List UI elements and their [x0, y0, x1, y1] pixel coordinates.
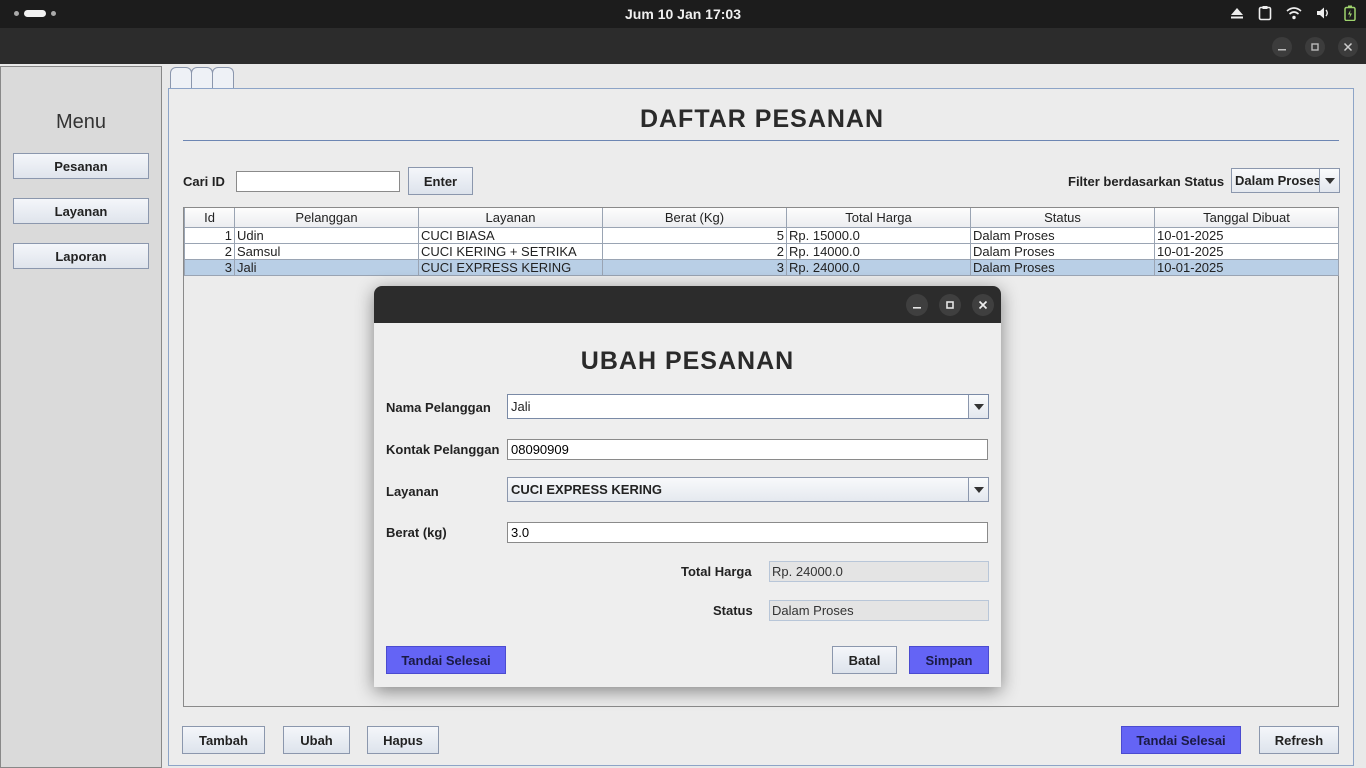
volume-icon[interactable]	[1316, 6, 1330, 20]
search-label: Cari ID	[183, 174, 225, 189]
close-icon	[1343, 42, 1353, 52]
system-tray[interactable]	[1230, 5, 1356, 21]
cell-pelanggan[interactable]: Samsul	[234, 242, 419, 260]
cell-layanan[interactable]: CUCI BIASA	[418, 226, 603, 244]
sidebar-title: Menu	[55, 111, 107, 133]
tab-1[interactable]	[170, 67, 192, 89]
clipboard-icon[interactable]	[1258, 5, 1272, 21]
column-header-status[interactable]: Status	[970, 208, 1155, 228]
close-icon	[978, 300, 988, 310]
sidebar-item-laporan[interactable]: Laporan	[13, 243, 149, 269]
chevron-down-icon	[1319, 169, 1339, 192]
maximize-icon	[1311, 43, 1319, 51]
refresh-button[interactable]: Refresh	[1259, 726, 1339, 754]
cell-status[interactable]: Dalam Proses	[970, 242, 1155, 260]
maximize-button[interactable]	[1305, 37, 1325, 57]
cell-layanan[interactable]: CUCI EXPRESS KERING	[418, 258, 603, 276]
cell-id[interactable]: 2	[184, 242, 235, 260]
cell-berat[interactable]: 2	[602, 242, 787, 260]
cell-tanggal[interactable]: 10-01-2025	[1154, 258, 1339, 276]
status-filter-dropdown[interactable]: Dalam Proses	[1231, 168, 1340, 193]
clock[interactable]: Jum 10 Jan 17:03	[0, 6, 1366, 22]
column-header-total-harga[interactable]: Total Harga	[786, 208, 971, 228]
filter-label: Filter berdasarkan Status	[1068, 174, 1225, 189]
cell-status[interactable]: Dalam Proses	[970, 226, 1155, 244]
nama-pelanggan-value[interactable]: Jali	[508, 399, 968, 414]
cell-pelanggan[interactable]: Udin	[234, 226, 419, 244]
dialog-title-bar	[374, 286, 1001, 323]
page-title: DAFTAR PESANAN	[639, 105, 885, 133]
close-window-button[interactable]	[1338, 37, 1358, 57]
layanan-dropdown[interactable]: CUCI EXPRESS KERING	[507, 477, 989, 502]
cell-tanggal[interactable]: 10-01-2025	[1154, 242, 1339, 260]
tab-3[interactable]	[212, 67, 234, 89]
batal-button[interactable]: Batal	[832, 646, 897, 674]
simpan-button[interactable]: Simpan	[909, 646, 989, 674]
window-title-bar	[0, 28, 1366, 64]
wifi-icon[interactable]	[1286, 6, 1302, 20]
sidebar: Menu Pesanan Layanan Laporan	[0, 66, 162, 768]
column-header-layanan[interactable]: Layanan	[418, 208, 603, 228]
system-top-bar: Jum 10 Jan 17:03	[0, 0, 1366, 28]
kontak-pelanggan-input[interactable]	[507, 439, 988, 460]
cell-total-harga[interactable]: Rp. 24000.0	[786, 258, 971, 276]
nama-pelanggan-combobox[interactable]: Jali	[507, 394, 989, 419]
dialog-maximize-button[interactable]	[939, 294, 961, 316]
table-row[interactable]: 2 Samsul CUCI KERING + SETRIKA 2 Rp. 140…	[184, 242, 1339, 260]
layanan-value: CUCI EXPRESS KERING	[511, 482, 662, 497]
edit-order-dialog: UBAH PESANAN Nama Pelanggan Jali Kontak …	[374, 286, 1001, 687]
layanan-label: Layanan	[386, 484, 439, 499]
ubah-button[interactable]: Ubah	[283, 726, 350, 754]
minimize-icon	[1278, 49, 1286, 51]
tab-2[interactable]	[191, 67, 213, 89]
cell-id[interactable]: 1	[184, 226, 235, 244]
title-divider	[183, 140, 1339, 141]
total-harga-field: Rp. 24000.0	[769, 561, 989, 582]
total-harga-label: Total Harga	[681, 564, 752, 579]
dialog-title: UBAH PESANAN	[580, 347, 795, 375]
column-header-id[interactable]: Id	[184, 208, 235, 228]
enter-button[interactable]: Enter	[408, 167, 473, 195]
cell-total-harga[interactable]: Rp. 14000.0	[786, 242, 971, 260]
status-label: Status	[713, 603, 753, 618]
dialog-close-button[interactable]	[972, 294, 994, 316]
column-header-berat[interactable]: Berat (Kg)	[602, 208, 787, 228]
chevron-down-icon	[968, 478, 988, 501]
berat-input[interactable]	[507, 522, 988, 543]
minimize-icon	[913, 307, 921, 309]
berat-label: Berat (kg)	[386, 525, 447, 540]
table-row-selected[interactable]: 3 Jali CUCI EXPRESS KERING 3 Rp. 24000.0…	[184, 258, 1339, 276]
dialog-tandai-selesai-button[interactable]: Tandai Selesai	[386, 646, 506, 674]
cell-layanan[interactable]: CUCI KERING + SETRIKA	[418, 242, 603, 260]
search-input[interactable]	[236, 171, 400, 192]
cell-tanggal[interactable]: 10-01-2025	[1154, 226, 1339, 244]
cell-berat[interactable]: 5	[602, 226, 787, 244]
cell-pelanggan[interactable]: Jali	[234, 258, 419, 276]
cell-berat[interactable]: 3	[602, 258, 787, 276]
status-filter-value: Dalam Proses	[1235, 173, 1319, 188]
sidebar-item-layanan[interactable]: Layanan	[13, 198, 149, 224]
table-header-row: Id Pelanggan Layanan Berat (Kg) Total Ha…	[184, 208, 1339, 228]
tandai-selesai-button[interactable]: Tandai Selesai	[1121, 726, 1241, 754]
cell-status[interactable]: Dalam Proses	[970, 258, 1155, 276]
chevron-down-icon[interactable]	[968, 395, 988, 418]
eject-icon[interactable]	[1230, 6, 1244, 20]
cell-id[interactable]: 3	[184, 258, 235, 276]
column-header-tanggal[interactable]: Tanggal Dibuat	[1154, 208, 1339, 228]
nama-pelanggan-label: Nama Pelanggan	[386, 400, 491, 415]
dialog-minimize-button[interactable]	[906, 294, 928, 316]
hapus-button[interactable]: Hapus	[367, 726, 439, 754]
tambah-button[interactable]: Tambah	[182, 726, 265, 754]
minimize-button[interactable]	[1272, 37, 1292, 57]
column-header-pelanggan[interactable]: Pelanggan	[234, 208, 419, 228]
maximize-icon	[946, 301, 954, 309]
table-row[interactable]: 1 Udin CUCI BIASA 5 Rp. 15000.0 Dalam Pr…	[184, 226, 1339, 244]
sidebar-item-pesanan[interactable]: Pesanan	[13, 153, 149, 179]
battery-icon[interactable]	[1344, 5, 1356, 21]
cell-total-harga[interactable]: Rp. 15000.0	[786, 226, 971, 244]
kontak-pelanggan-label: Kontak Pelanggan	[386, 442, 500, 457]
status-field: Dalam Proses	[769, 600, 989, 621]
